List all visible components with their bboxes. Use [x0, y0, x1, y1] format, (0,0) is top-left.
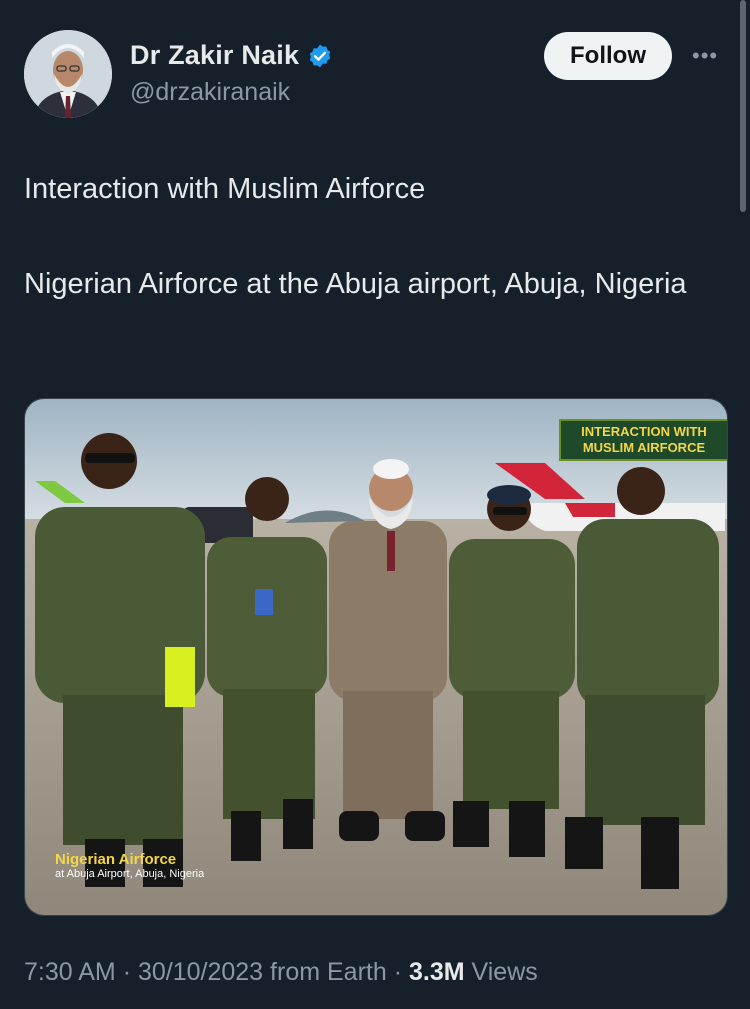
tweet-header: Dr Zakir Naik @drzakiranaik Follow •••: [24, 28, 724, 124]
tweet-time[interactable]: 7:30 AM: [24, 958, 116, 986]
follow-button[interactable]: Follow: [544, 32, 672, 80]
tweet-text-line2: Nigerian Airforce at the Abuja airport, …: [24, 268, 687, 300]
author-name-row[interactable]: Dr Zakir Naik: [130, 40, 333, 71]
tweet-date[interactable]: 30/10/2023: [138, 958, 263, 986]
photo-badge: INTERACTION WITH MUSLIM AIRFORCE: [559, 419, 727, 461]
tweet-photo[interactable]: INTERACTION WITH MUSLIM AIRFORCE Nigeria…: [24, 398, 728, 916]
author-handle[interactable]: @drzakiranaik: [130, 78, 290, 107]
verified-badge-icon: [310, 44, 331, 67]
tweet-text-line1: Interaction with Muslim Airforce: [24, 173, 426, 205]
photo-scene: [25, 399, 727, 915]
meta-separator: ·: [122, 958, 132, 986]
author-name[interactable]: Dr Zakir Naik: [130, 40, 299, 71]
avatar[interactable]: [24, 30, 112, 118]
person-4: [449, 485, 575, 857]
views-count: 3.3M: [408, 958, 465, 986]
scrollbar[interactable]: [740, 0, 746, 212]
meta-separator: ·: [393, 958, 403, 986]
views-label: Views: [471, 958, 538, 986]
tweet-meta: 7:30 AM · 30/10/2023 from Earth · 3.3M V…: [24, 958, 538, 987]
badge-line2: MUSLIM AIRFORCE: [582, 440, 706, 455]
caption-title: Nigerian Airforce: [55, 851, 177, 868]
more-options-icon[interactable]: •••: [692, 45, 722, 67]
caption-subtitle: at Abuja Airport, Abuja, Nigeria: [55, 868, 205, 880]
badge-line1: INTERACTION WITH: [581, 424, 707, 439]
photo-caption: Nigerian Airforce at Abuja Airport, Abuj…: [55, 851, 204, 880]
tweet-source: from Earth: [270, 958, 387, 986]
